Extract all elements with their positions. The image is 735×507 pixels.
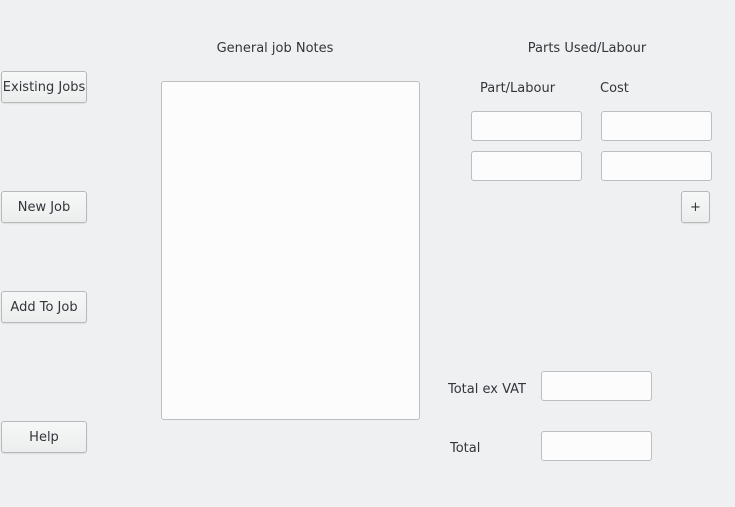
job-notes-textarea[interactable] [161,81,420,420]
add-to-job-button[interactable]: Add To Job [1,291,87,323]
new-job-button[interactable]: New Job [1,191,87,223]
add-row-button[interactable]: + [681,191,710,223]
help-button[interactable]: Help [1,421,87,453]
notes-title: General job Notes [216,41,334,56]
cost-input-1[interactable] [601,111,712,141]
part-labour-input-2[interactable] [471,151,582,181]
total-field[interactable] [541,431,652,461]
existing-jobs-button[interactable]: Existing Jobs [1,71,87,103]
cost-column-header: Cost [600,81,629,96]
total-label: Total [450,441,481,456]
part-labour-column-header: Part/Labour [480,81,556,96]
parts-title: Parts Used/Labour [527,41,647,56]
cost-input-2[interactable] [601,151,712,181]
part-labour-input-1[interactable] [471,111,582,141]
total-ex-vat-field[interactable] [541,371,652,401]
total-ex-vat-label: Total ex VAT [448,382,526,397]
